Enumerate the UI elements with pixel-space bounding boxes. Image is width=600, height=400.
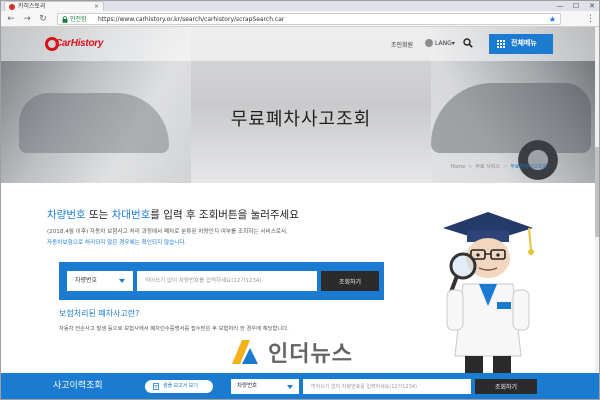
- url-text: https://www.carhistory.or.kr/search/carh…: [98, 16, 285, 23]
- watermark-text: 인더뉴스: [268, 342, 353, 367]
- car-wheel: [515, 137, 561, 183]
- browser-tab[interactable]: 카히스토리 ×: [4, 1, 104, 11]
- service-note: 자동차보험으로 처리되지 않은 경우에는 확인되지 않습니다.: [47, 240, 187, 246]
- lang-label: LANG▾: [435, 40, 455, 47]
- breadcrumb-current: 무료침수사고조회: [510, 164, 547, 170]
- url-field[interactable]: 안전함 https://www.carhistory.or.kr/search/…: [57, 13, 561, 25]
- sticky-search-type-value: 차량번호: [237, 383, 258, 389]
- heading-or: 또는: [85, 209, 112, 221]
- instruction-heading: 차량번호 또는 차대번호를 입력 후 조회버튼을 눌러주세요: [47, 207, 299, 222]
- heading-plate-number: 차량번호: [47, 209, 86, 221]
- lock-icon: [62, 16, 68, 23]
- watermark-logo-icon: [232, 340, 258, 364]
- sticky-bar-title: 사고이력조회: [53, 381, 103, 391]
- page-scrollbar[interactable]: [595, 27, 599, 373]
- info-text: 자동차 전손사고 발생 등으로 보험사에서 폐차인수증명서를 접수받은 후 보험…: [59, 326, 289, 332]
- heading-rest: 를 입력 후 조회버튼을 눌러주세요: [150, 209, 299, 221]
- member-link[interactable]: 조인회원: [391, 40, 413, 49]
- browser-menu-icon[interactable]: ⋮: [586, 13, 595, 25]
- logo-text: CarHistory: [55, 38, 104, 49]
- search-type-value: 차량번호: [75, 277, 98, 284]
- star-icon[interactable]: ★: [549, 14, 556, 25]
- service-description: (2018.4월 이후) 자동차 보험사고 처리 과정에서 폐차로 분류된 차량…: [47, 229, 288, 235]
- secure-label: 안전함: [70, 16, 87, 23]
- sticky-plate-number-input[interactable]: [303, 379, 471, 394]
- search-type-select[interactable]: 차량번호: [67, 271, 133, 291]
- info-heading: 보험처리된 폐차사고란?: [59, 309, 140, 318]
- search-icon[interactable]: [463, 38, 473, 48]
- search-panel: 차량번호 조회하기: [59, 262, 384, 300]
- sample-report-label: 샘플 보고서 보기: [163, 383, 198, 389]
- breadcrumb-level1[interactable]: 무료 서비스: [475, 164, 500, 170]
- forward-icon[interactable]: →: [21, 13, 33, 25]
- chevron-down-icon: [119, 279, 125, 283]
- maximize-icon[interactable]: ☐: [569, 1, 583, 11]
- grid-icon: [497, 40, 505, 48]
- mascot-illustration: [443, 212, 534, 394]
- globe-icon: [425, 39, 433, 47]
- window-close-icon[interactable]: ✕: [585, 1, 599, 11]
- favicon-icon: [9, 4, 15, 10]
- breadcrumb: Home > 무료 서비스 > 무료침수사고조회: [450, 163, 547, 170]
- breadcrumb-home[interactable]: Home: [450, 164, 465, 170]
- reload-icon[interactable]: ↻: [37, 13, 49, 25]
- lookup-button[interactable]: 조회하기: [321, 271, 379, 291]
- breadcrumb-separator: >: [502, 164, 508, 170]
- scrollbar-thumb[interactable]: [595, 147, 599, 237]
- site-logo[interactable]: CarHistory: [45, 37, 107, 51]
- sticky-search-type-select[interactable]: 차량번호: [231, 379, 299, 394]
- chevron-down-icon: [287, 385, 293, 389]
- page-title: 무료폐차사고조회: [230, 109, 372, 130]
- minimize-icon[interactable]: —: [553, 1, 567, 11]
- sticky-search-bar: 사고이력조회 샘플 보고서 보기 차량번호 조회하기: [1, 373, 599, 399]
- heading-vin: 차대번호: [111, 209, 151, 221]
- sample-report-button[interactable]: 샘플 보고서 보기: [145, 380, 213, 393]
- hero-banner: CarHistory 조인회원 LANG▾ 전체메뉴 무료폐차사고조회: [1, 27, 599, 183]
- sticky-lookup-button[interactable]: 조회하기: [475, 379, 537, 394]
- tab-bar: 카히스토리 × — ☐ ✕: [1, 1, 599, 11]
- watermark: 인더뉴스: [226, 336, 386, 368]
- full-menu-label: 전체메뉴: [511, 40, 537, 47]
- back-icon[interactable]: ←: [5, 13, 17, 25]
- address-bar: ← → ↻ 안전함 https://www.carhistory.or.kr/s…: [1, 11, 599, 27]
- full-menu-button[interactable]: 전체메뉴: [489, 34, 553, 54]
- document-icon: [153, 383, 159, 390]
- plate-number-input[interactable]: [137, 271, 317, 291]
- browser-window: 카히스토리 × — ☐ ✕ ← → ↻ 안전함 https://www.carh…: [0, 0, 600, 400]
- breadcrumb-separator: >: [468, 164, 473, 170]
